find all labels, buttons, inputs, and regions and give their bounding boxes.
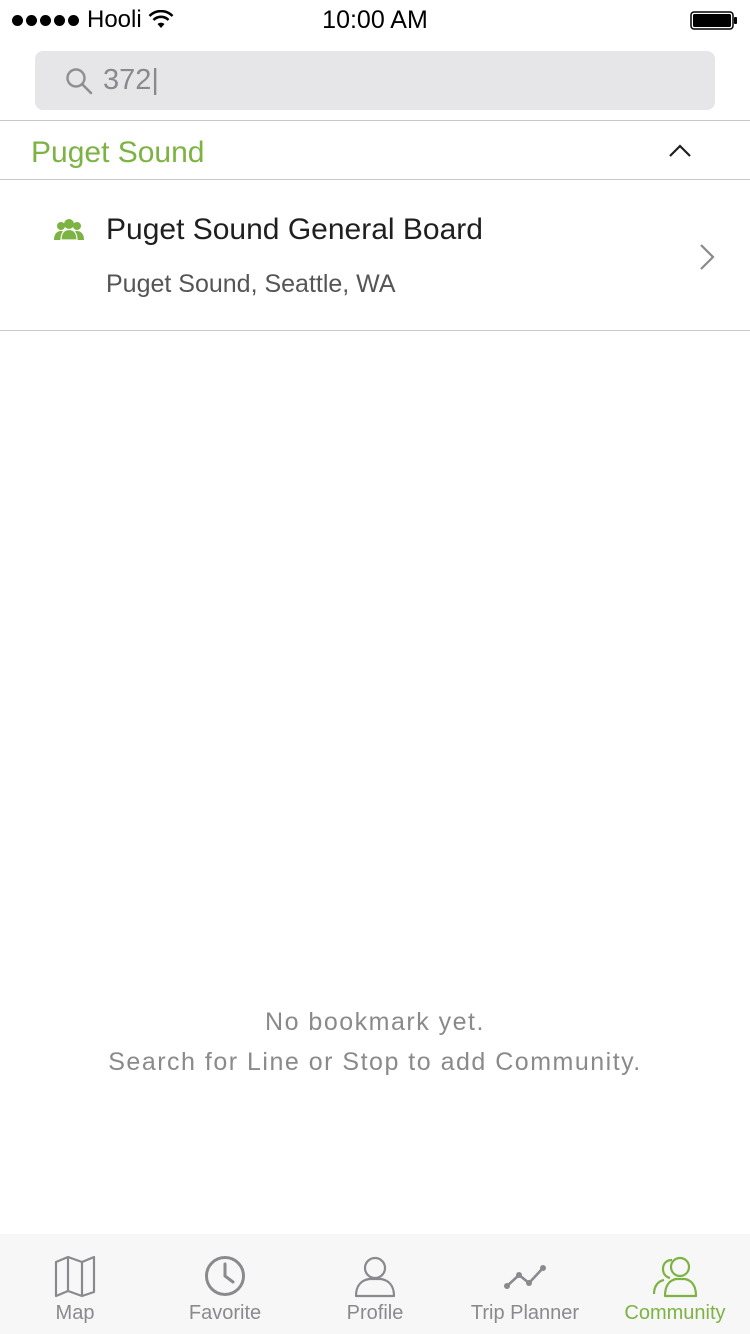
tab-favorite[interactable]: Favorite bbox=[150, 1234, 300, 1334]
tab-map[interactable]: Map bbox=[0, 1234, 150, 1334]
tab-bar: Map Favorite Profile Trip Planner Commun… bbox=[0, 1234, 750, 1334]
tab-label: Map bbox=[55, 1302, 95, 1324]
search-icon bbox=[66, 67, 93, 94]
tab-label: Trip Planner bbox=[470, 1302, 580, 1324]
clock-icon bbox=[205, 1256, 245, 1296]
community-icon bbox=[653, 1256, 697, 1298]
empty-state-message: No bookmark yet. Search for Line or Stop… bbox=[0, 1002, 750, 1082]
tab-community[interactable]: Community bbox=[600, 1234, 750, 1334]
section-header[interactable]: Puget Sound bbox=[0, 121, 750, 179]
result-subtitle: Puget Sound, Seattle, WA bbox=[106, 270, 396, 298]
chevron-up-icon[interactable] bbox=[666, 141, 694, 161]
tab-label: Favorite bbox=[188, 1302, 262, 1324]
map-icon bbox=[54, 1255, 96, 1298]
tab-label: Profile bbox=[346, 1302, 404, 1324]
empty-state-line-2: Search for Line or Stop to add Community… bbox=[108, 1048, 642, 1076]
community-icon bbox=[54, 219, 84, 241]
result-title: Puget Sound General Board bbox=[106, 213, 483, 246]
divider bbox=[0, 330, 750, 331]
list-item[interactable]: Puget Sound General Board Puget Sound, S… bbox=[0, 180, 750, 330]
search-input[interactable] bbox=[103, 64, 643, 97]
section-title: Puget Sound bbox=[31, 136, 205, 169]
search-bar[interactable] bbox=[35, 51, 715, 110]
status-time: 10:00 AM bbox=[322, 6, 428, 34]
chevron-right-icon bbox=[700, 244, 715, 270]
tab-label: Community bbox=[624, 1302, 726, 1324]
empty-state-line-1: No bookmark yet. bbox=[265, 1008, 485, 1036]
profile-icon bbox=[354, 1256, 396, 1298]
tab-trip-planner[interactable]: Trip Planner bbox=[450, 1234, 600, 1334]
tab-profile[interactable]: Profile bbox=[300, 1234, 450, 1334]
battery-icon bbox=[690, 11, 737, 30]
trip-planner-icon bbox=[504, 1265, 546, 1289]
status-bar: Hooli 10:00 AM bbox=[0, 0, 750, 40]
